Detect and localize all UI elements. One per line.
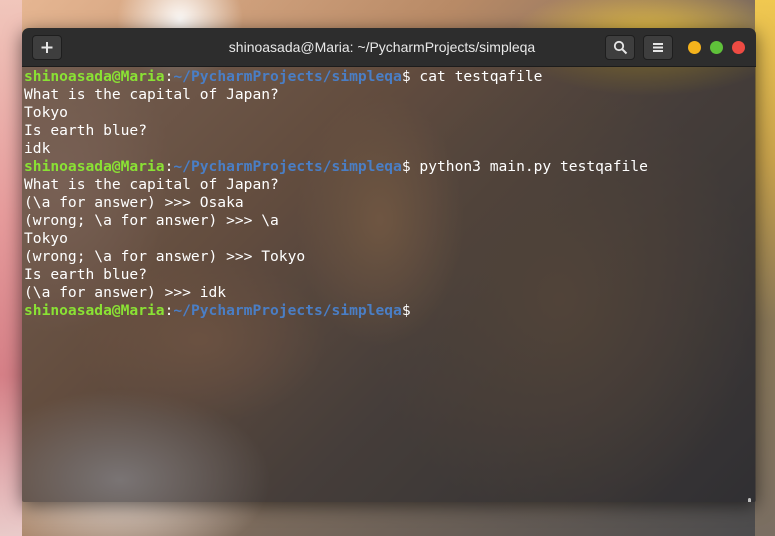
prompt-symbol: $	[401, 302, 411, 319]
plus-icon	[41, 42, 53, 53]
output-line: Is earth blue?	[24, 122, 148, 139]
output-line: (wrong; \a for answer) >>> \a	[24, 212, 279, 229]
output-line: What is the capital of Japan?	[24, 176, 279, 193]
output-line: What is the capital of Japan?	[24, 86, 279, 103]
close-button[interactable]	[732, 41, 745, 54]
new-tab-button[interactable]	[32, 35, 62, 60]
wallpaper-right-accent	[755, 0, 775, 536]
window-title: shinoasada@Maria: ~/PycharmProjects/simp…	[228, 39, 536, 55]
prompt-user-host: shinoasada@Maria	[24, 158, 165, 175]
terminal-line-current: shinoasada@Maria:~/PycharmProjects/simpl…	[24, 302, 411, 320]
output-line: (wrong; \a for answer) >>> Tokyo	[24, 248, 306, 265]
minimize-button[interactable]	[688, 41, 701, 54]
scrollbar[interactable]	[748, 498, 751, 502]
title-bar[interactable]: shinoasada@Maria: ~/PycharmProjects/simp…	[22, 28, 756, 67]
menu-button[interactable]	[643, 35, 673, 60]
output-line: idk	[24, 140, 51, 157]
output-line: (\a for answer) >>> Osaka	[24, 194, 244, 211]
output-line: Tokyo	[24, 230, 68, 247]
terminal-line: shinoasada@Maria:~/PycharmProjects/simpl…	[24, 158, 648, 176]
prompt-user-host: shinoasada@Maria	[24, 302, 165, 319]
prompt-symbol: $	[401, 68, 411, 85]
prompt-symbol: $	[401, 158, 411, 175]
search-button[interactable]	[605, 35, 635, 60]
output-line: Is earth blue?	[24, 266, 148, 283]
terminal-window: shinoasada@Maria: ~/PycharmProjects/simp…	[22, 28, 756, 502]
output-line: Tokyo	[24, 104, 68, 121]
prompt-command: python3 main.py testqafile	[410, 158, 648, 175]
search-icon	[613, 40, 628, 55]
prompt-command: cat testqafile	[410, 68, 543, 85]
hamburger-menu-icon	[653, 43, 663, 52]
wallpaper-left-accent	[0, 0, 22, 536]
output-line: (\a for answer) >>> idk	[24, 284, 227, 301]
terminal-output[interactable]: shinoasada@Maria:~/PycharmProjects/simpl…	[22, 67, 756, 502]
terminal-line: shinoasada@Maria:~/PycharmProjects/simpl…	[24, 68, 542, 86]
prompt-path: ~/PycharmProjects/simpleqa	[173, 158, 402, 175]
prompt-user-host: shinoasada@Maria	[24, 68, 165, 85]
prompt-path: ~/PycharmProjects/simpleqa	[173, 302, 402, 319]
prompt-path: ~/PycharmProjects/simpleqa	[173, 68, 402, 85]
maximize-button[interactable]	[710, 41, 723, 54]
